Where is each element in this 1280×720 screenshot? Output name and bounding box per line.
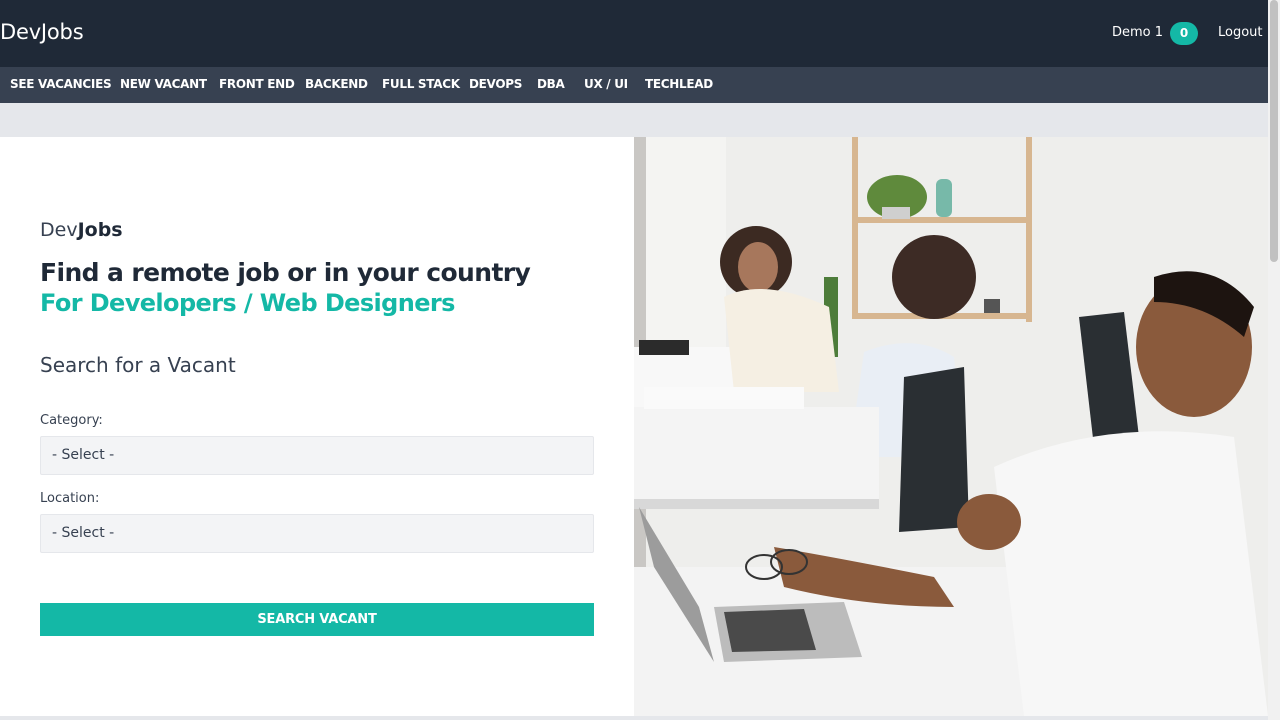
logout-link[interactable]: Logout	[1218, 25, 1263, 40]
bottom-strip	[0, 716, 1268, 720]
category-select[interactable]: - Select -	[40, 436, 594, 475]
search-title: Search for a Vacant	[40, 353, 236, 377]
nav-backend[interactable]: BACKEND	[305, 77, 368, 91]
hero-subheadline: For Developers / Web Designers	[40, 289, 455, 317]
nav-ux-ui[interactable]: UX / UI	[584, 77, 628, 91]
spacer-strip	[0, 103, 1268, 137]
nav-techlead[interactable]: TECHLEAD	[645, 77, 713, 91]
search-panel: DevJobs Find a remote job or in your cou…	[0, 137, 634, 716]
nav-devops[interactable]: DEVOPS	[469, 77, 522, 91]
brand-prefix: Dev	[40, 219, 78, 241]
top-header: DevJobs Demo 1 0 Logout	[0, 0, 1268, 67]
location-label: Location:	[40, 491, 100, 506]
hero-photo	[634, 137, 1268, 716]
nav-dba[interactable]: DBA	[537, 77, 565, 91]
nav-front-end[interactable]: FRONT END	[219, 77, 295, 91]
hero-section: DevJobs Find a remote job or in your cou…	[0, 137, 1268, 716]
brand-suffix: Jobs	[77, 219, 123, 241]
site-logo[interactable]: DevJobs	[0, 20, 84, 44]
nav-full-stack[interactable]: FULL STACK	[382, 77, 460, 91]
scrollbar-thumb[interactable]	[1270, 0, 1278, 262]
search-vacant-button[interactable]: SEARCH VACANT	[40, 603, 594, 636]
location-select[interactable]: - Select -	[40, 514, 594, 553]
hero-headline: Find a remote job or in your country	[40, 258, 531, 287]
notification-badge[interactable]: 0	[1170, 22, 1198, 45]
category-nav: SEE VACANCIES NEW VACANT FRONT END BACKE…	[0, 67, 1268, 103]
nav-new-vacant[interactable]: NEW VACANT	[120, 77, 207, 91]
nav-see-vacancies[interactable]: SEE VACANCIES	[10, 77, 112, 91]
page-scrollbar[interactable]	[1268, 0, 1280, 720]
user-name: Demo 1	[1112, 25, 1164, 40]
category-label: Category:	[40, 413, 103, 428]
hero-brand: DevJobs	[40, 219, 123, 241]
